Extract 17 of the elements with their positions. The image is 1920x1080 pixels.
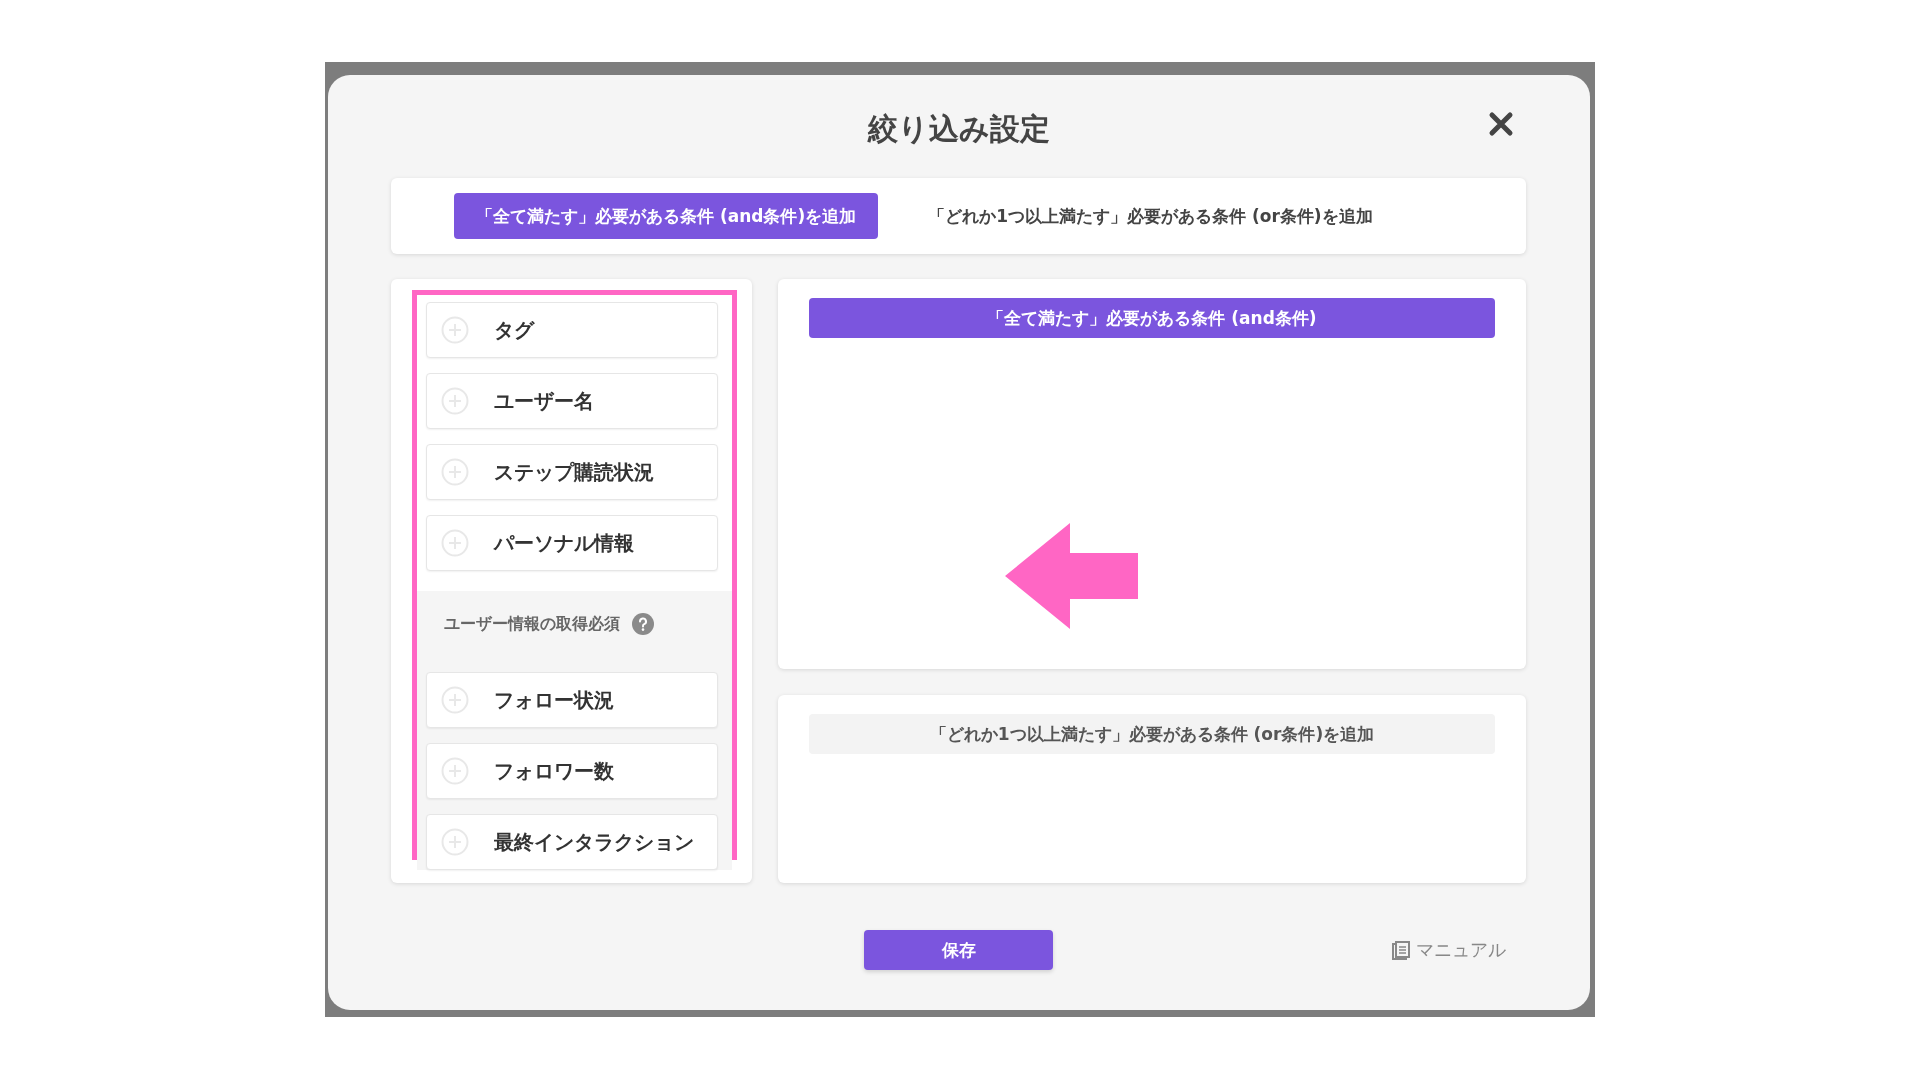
- condition-item[interactable]: フォロワー数: [426, 743, 718, 799]
- close-button[interactable]: [1488, 111, 1514, 137]
- book-icon: [1392, 940, 1410, 960]
- condition-item[interactable]: パーソナル情報: [426, 515, 718, 571]
- condition-item[interactable]: ユーザー名: [426, 373, 718, 429]
- condition-item[interactable]: 最終インタラクション: [426, 814, 718, 870]
- condition-group-header[interactable]: 「どれか1つ以上満たす」必要がある条件 (or条件)を追加: [809, 714, 1495, 754]
- tab[interactable]: 「どれか1つ以上満たす」必要がある条件 (or条件)を追加: [906, 193, 1395, 239]
- condition-item[interactable]: フォロー状況: [426, 672, 718, 728]
- condition-item[interactable]: ステップ購読状況: [426, 444, 718, 500]
- dialog-title: 絞り込み設定: [867, 110, 1050, 148]
- section-label: ユーザー情報の取得必須: [444, 613, 620, 635]
- tab[interactable]: 「全て満たす」必要がある条件 (and条件)を追加: [454, 193, 879, 239]
- help-icon[interactable]: [632, 613, 654, 635]
- condition-group-header[interactable]: 「全て満たす」必要がある条件 (and条件): [809, 298, 1495, 338]
- save-button[interactable]: 保存: [864, 930, 1053, 970]
- condition-item[interactable]: タグ: [426, 302, 718, 358]
